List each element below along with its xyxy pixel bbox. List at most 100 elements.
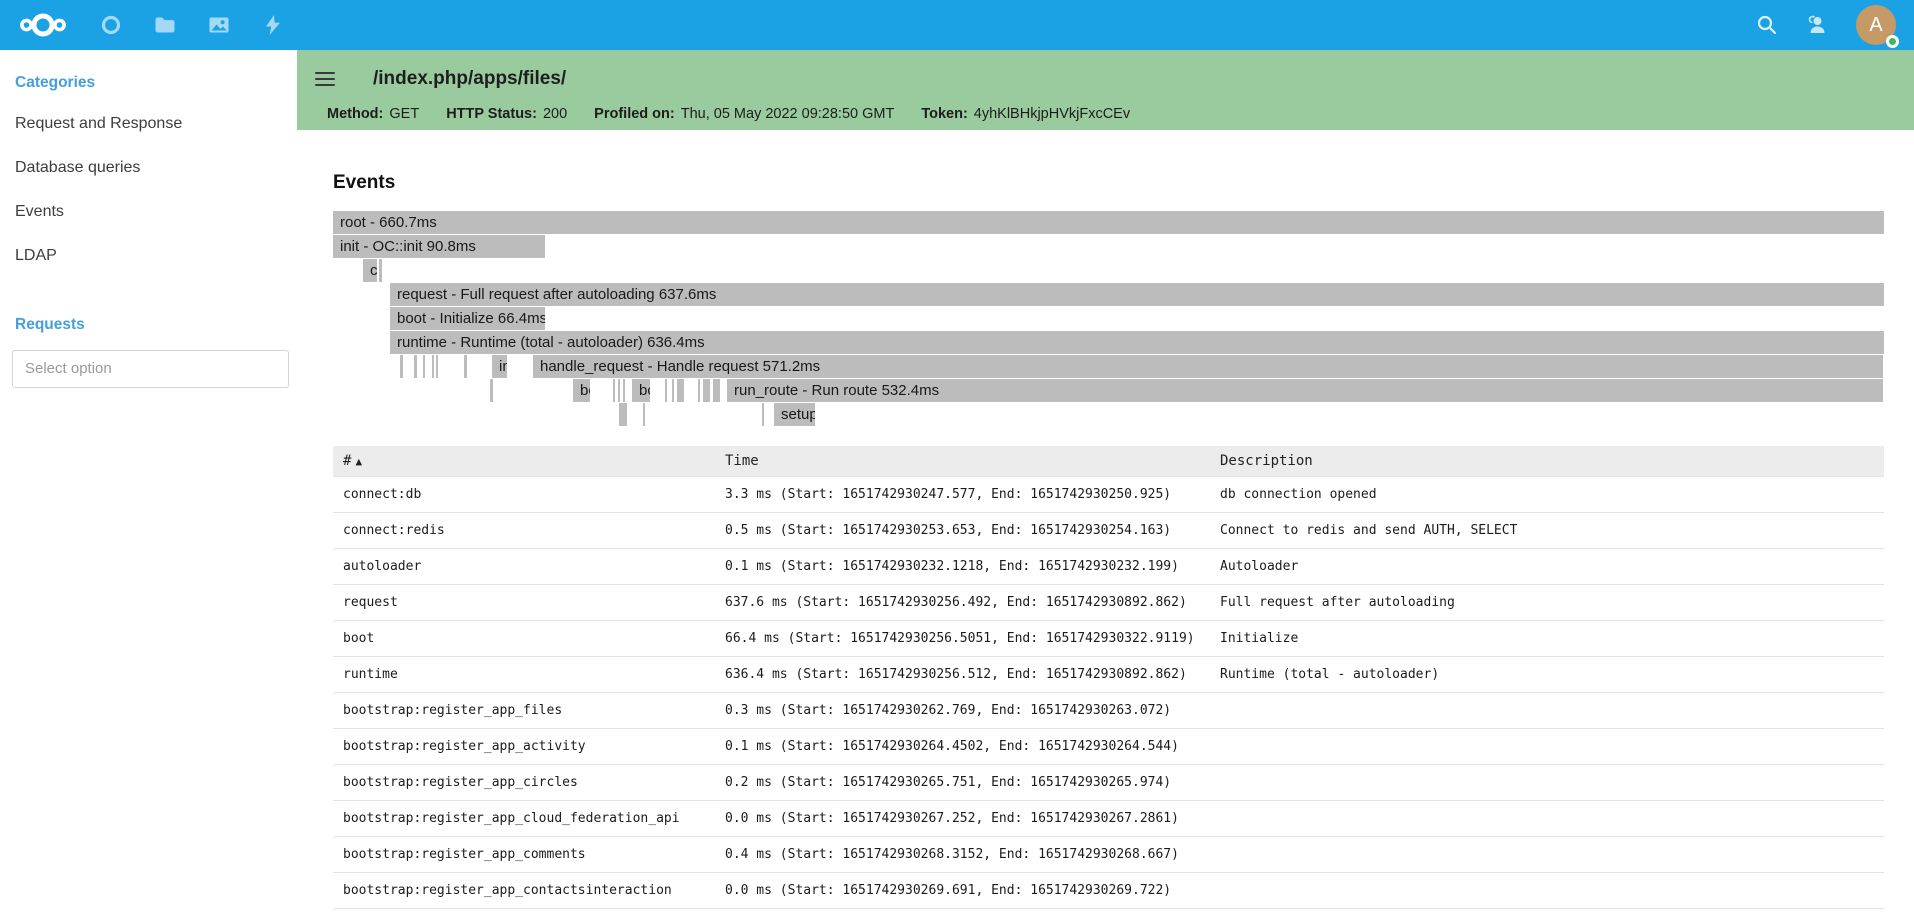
meta-value: GET bbox=[389, 106, 419, 122]
event-description-cell: Autoloader bbox=[1210, 548, 1884, 584]
timeline-bar: c bbox=[363, 259, 377, 282]
table-row: bootstrap:register_app_circles0.2 ms (St… bbox=[333, 764, 1884, 800]
event-description-cell: db connection opened bbox=[1210, 476, 1884, 512]
event-time-cell: 0.5 ms (Start: 1651742930253.653, End: 1… bbox=[715, 512, 1210, 548]
event-name-cell: connect:db bbox=[333, 476, 715, 512]
event-name-cell: connect:redis bbox=[333, 512, 715, 548]
event-description-cell: Connect to redis and send AUTH, SELECT bbox=[1210, 512, 1884, 548]
search-icon[interactable] bbox=[1756, 14, 1778, 36]
column-header-time[interactable]: Time bbox=[715, 446, 1210, 476]
sidebar: Categories Request and ResponseDatabase … bbox=[0, 50, 297, 922]
event-time-cell: 637.6 ms (Start: 1651742930256.492, End:… bbox=[715, 584, 1210, 620]
menu-icon[interactable] bbox=[315, 72, 335, 86]
timeline-bar: bc bbox=[632, 379, 650, 402]
timeline-tick bbox=[762, 403, 764, 426]
timeline-bar: init - OC::init 90.8ms bbox=[333, 235, 545, 258]
timeline-row: request - Full request after autoloading… bbox=[333, 283, 1884, 307]
timeline-bar: setup bbox=[774, 403, 815, 426]
event-time-cell: 0.0 ms (Start: 1651742930269.691, End: 1… bbox=[715, 872, 1210, 908]
event-time-cell: 636.4 ms (Start: 1651742930256.512, End:… bbox=[715, 656, 1210, 692]
timeline-tick bbox=[672, 379, 674, 402]
requests-heading: Requests bbox=[15, 316, 297, 334]
timeline-bar: t bbox=[677, 379, 684, 402]
sidebar-item-ldap[interactable]: LDAP bbox=[15, 234, 297, 278]
column-header-description[interactable]: Description bbox=[1210, 446, 1884, 476]
timeline-bar: l bbox=[619, 403, 627, 426]
event-name-cell: bootstrap:register_app_files bbox=[333, 692, 715, 728]
event-name-cell: bootstrap:register_app_contactsinteracti… bbox=[333, 872, 715, 908]
meta-label: HTTP Status: bbox=[446, 106, 537, 122]
files-icon[interactable] bbox=[154, 14, 176, 36]
timeline-row: l setup bbox=[333, 403, 1884, 427]
table-row: boot66.4 ms (Start: 1651742930256.5051, … bbox=[333, 620, 1884, 656]
photos-icon[interactable] bbox=[208, 14, 230, 36]
event-name-cell: bootstrap:register_app_cloud_federation_… bbox=[333, 800, 715, 836]
contacts-icon[interactable] bbox=[1806, 14, 1828, 36]
meta-value: 200 bbox=[543, 106, 567, 122]
timeline-tick bbox=[490, 379, 493, 402]
timeline-row: init - OC::init 90.8ms bbox=[333, 235, 1884, 259]
event-time-cell: 3.3 ms (Start: 1651742930247.577, End: 1… bbox=[715, 476, 1210, 512]
meta-label: Method: bbox=[327, 106, 383, 122]
timeline-row: ini handle_request - Handle request 571.2… bbox=[333, 355, 1884, 379]
events-table: #▲TimeDescription connect:db3.3 ms (Star… bbox=[333, 446, 1884, 909]
timeline-bar: ini bbox=[492, 355, 507, 378]
events-title: Events bbox=[333, 172, 1914, 194]
event-time-cell: 0.3 ms (Start: 1651742930262.769, End: 1… bbox=[715, 692, 1210, 728]
timeline-row: c bbox=[333, 259, 1884, 283]
request-title: /index.php/apps/files/ bbox=[373, 68, 566, 90]
event-description-cell bbox=[1210, 800, 1884, 836]
timeline-bar: boot - Initialize 66.4ms bbox=[390, 307, 545, 330]
timeline-tick bbox=[643, 403, 645, 426]
table-row: connect:db3.3 ms (Start: 1651742930247.5… bbox=[333, 476, 1884, 512]
column-header-number[interactable]: #▲ bbox=[333, 446, 715, 476]
sidebar-item-events[interactable]: Events bbox=[15, 190, 297, 234]
timeline-bar: l bbox=[713, 379, 720, 402]
timeline-tick bbox=[436, 355, 438, 378]
meta-item: Method: GET bbox=[327, 106, 419, 122]
event-name-cell: runtime bbox=[333, 656, 715, 692]
meta-label: Token: bbox=[921, 106, 967, 122]
table-row: request637.6 ms (Start: 1651742930256.49… bbox=[333, 584, 1884, 620]
table-row: autoloader0.1 ms (Start: 1651742930232.1… bbox=[333, 548, 1884, 584]
meta-value: 4yhKlBHkjpHVkjFxcCEv bbox=[974, 106, 1130, 122]
event-time-cell: 0.4 ms (Start: 1651742930268.3152, End: … bbox=[715, 836, 1210, 872]
meta-item: Token: 4yhKlBHkjpHVkjFxcCEv bbox=[921, 106, 1130, 122]
timeline-bar: bo bbox=[573, 379, 590, 402]
sidebar-item-database-queries[interactable]: Database queries bbox=[15, 146, 297, 190]
event-name-cell: autoloader bbox=[333, 548, 715, 584]
activity-icon[interactable] bbox=[262, 14, 284, 36]
top-bar: A bbox=[0, 0, 1914, 50]
table-row: runtime636.4 ms (Start: 1651742930256.51… bbox=[333, 656, 1884, 692]
table-row: bootstrap:register_app_comments0.4 ms (S… bbox=[333, 836, 1884, 872]
timeline-bar: handle_request - Handle request 571.2ms bbox=[533, 355, 1883, 378]
table-row: bootstrap:register_app_files0.3 ms (Star… bbox=[333, 692, 1884, 728]
event-description-cell bbox=[1210, 692, 1884, 728]
event-time-cell: 0.1 ms (Start: 1651742930264.4502, End: … bbox=[715, 728, 1210, 764]
timeline-tick bbox=[665, 379, 667, 402]
nextcloud-logo[interactable] bbox=[18, 9, 68, 41]
event-name-cell: bootstrap:register_app_comments bbox=[333, 836, 715, 872]
event-description-cell bbox=[1210, 872, 1884, 908]
topbar-actions: A bbox=[1756, 0, 1914, 50]
event-name-cell: request bbox=[333, 584, 715, 620]
timeline-bar: request - Full request after autoloading… bbox=[390, 283, 1884, 306]
timeline-tick bbox=[623, 379, 625, 402]
requests-select[interactable]: Select option bbox=[12, 350, 289, 388]
event-description-cell: Runtime (total - autoloader) bbox=[1210, 656, 1884, 692]
sidebar-category-list: Request and ResponseDatabase queriesEven… bbox=[0, 102, 297, 278]
events-table-body: connect:db3.3 ms (Start: 1651742930247.5… bbox=[333, 476, 1884, 908]
sidebar-item-request-and-response[interactable]: Request and Response bbox=[15, 102, 297, 146]
avatar[interactable]: A bbox=[1856, 5, 1896, 45]
timeline-tick bbox=[618, 379, 620, 402]
timeline-tick bbox=[379, 259, 382, 282]
event-description-cell bbox=[1210, 728, 1884, 764]
app-launcher bbox=[0, 0, 284, 50]
events-waterfall: root - 660.7msinit - OC::init 90.8mscreq… bbox=[333, 211, 1884, 427]
event-name-cell: bootstrap:register_app_circles bbox=[333, 764, 715, 800]
event-description-cell: Full request after autoloading bbox=[1210, 584, 1884, 620]
meta-item: HTTP Status: 200 bbox=[446, 106, 567, 122]
event-description-cell: Initialize bbox=[1210, 620, 1884, 656]
timeline-row: boot - Initialize 66.4ms bbox=[333, 307, 1884, 331]
circle-app-icon[interactable] bbox=[100, 14, 122, 36]
